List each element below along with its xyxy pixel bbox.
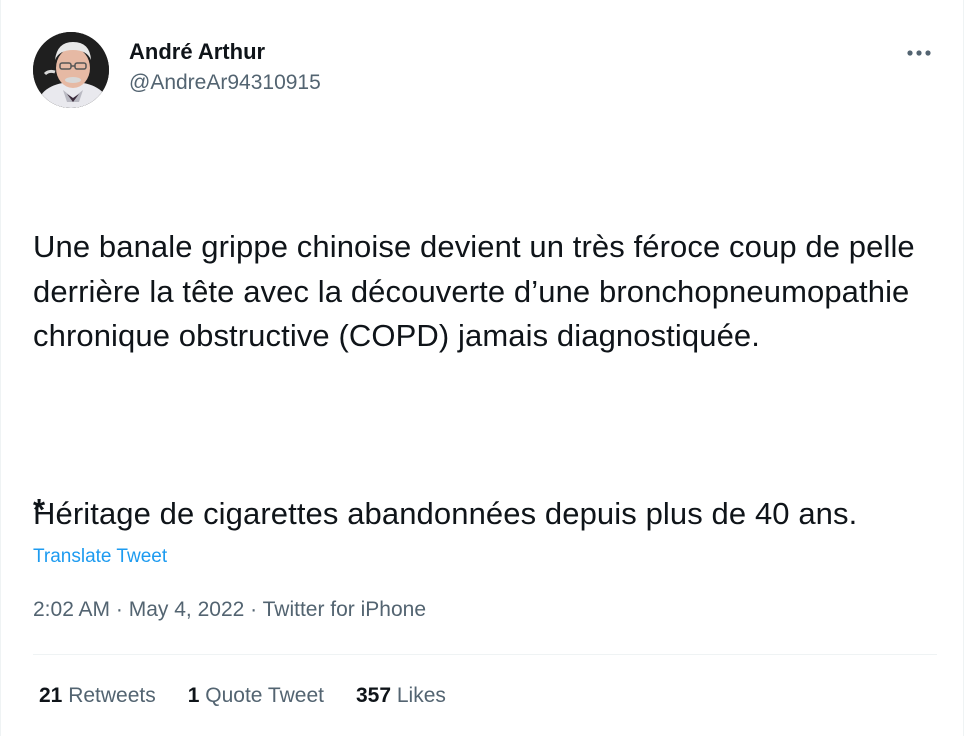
tweet-card: André Arthur @AndreAr94310915 Une banale… bbox=[0, 0, 964, 736]
author-avatar[interactable] bbox=[33, 32, 109, 108]
more-options-button[interactable] bbox=[901, 38, 937, 68]
tweet-text-asterisk: * bbox=[33, 492, 46, 527]
avatar-photo-icon bbox=[33, 32, 109, 108]
tweet-text: Une banale grippe chinoise devient un tr… bbox=[33, 136, 943, 625]
meta-separator: · bbox=[250, 598, 263, 621]
tweet-date[interactable]: May 4, 2022 bbox=[129, 598, 245, 621]
author-handle[interactable]: @AndreAr94310915 bbox=[129, 69, 321, 97]
tweet-text-paragraph: Héritage de cigarettes abandonnées depui… bbox=[33, 495, 858, 531]
quote-tweets-stat[interactable]: 1 Quote Tweet bbox=[188, 682, 324, 710]
tweet-text-paragraph: Une banale grippe chinoise devient un tr… bbox=[33, 229, 924, 353]
tweet-source[interactable]: Twitter for iPhone bbox=[263, 598, 426, 621]
author-names: André Arthur @AndreAr94310915 bbox=[129, 38, 321, 97]
meta-separator: · bbox=[115, 598, 129, 621]
likes-count: 357 bbox=[355, 684, 397, 707]
divider bbox=[33, 654, 937, 655]
tweet-header: André Arthur @AndreAr94310915 bbox=[33, 32, 937, 110]
retweets-stat[interactable]: 21 Retweets bbox=[39, 682, 156, 710]
likes-label: Likes bbox=[396, 684, 446, 707]
tweet-metadata: 2:02 AM · May 4, 2022 · Twitter for iPho… bbox=[33, 596, 426, 624]
quote-tweets-count: 1 bbox=[187, 684, 206, 707]
translate-tweet-link[interactable]: Translate Tweet bbox=[33, 544, 167, 570]
tweet-time[interactable]: 2:02 AM bbox=[33, 598, 110, 621]
tweet-stats: 21 Retweets 1 Quote Tweet 357 Likes bbox=[39, 682, 446, 710]
retweets-count: 21 bbox=[39, 684, 69, 707]
quote-tweets-label: Quote Tweet bbox=[205, 684, 324, 707]
author-display-name[interactable]: André Arthur bbox=[129, 38, 321, 66]
retweets-label: Retweets bbox=[68, 684, 156, 707]
more-options-icon bbox=[907, 50, 931, 56]
likes-stat[interactable]: 357 Likes bbox=[356, 682, 446, 710]
